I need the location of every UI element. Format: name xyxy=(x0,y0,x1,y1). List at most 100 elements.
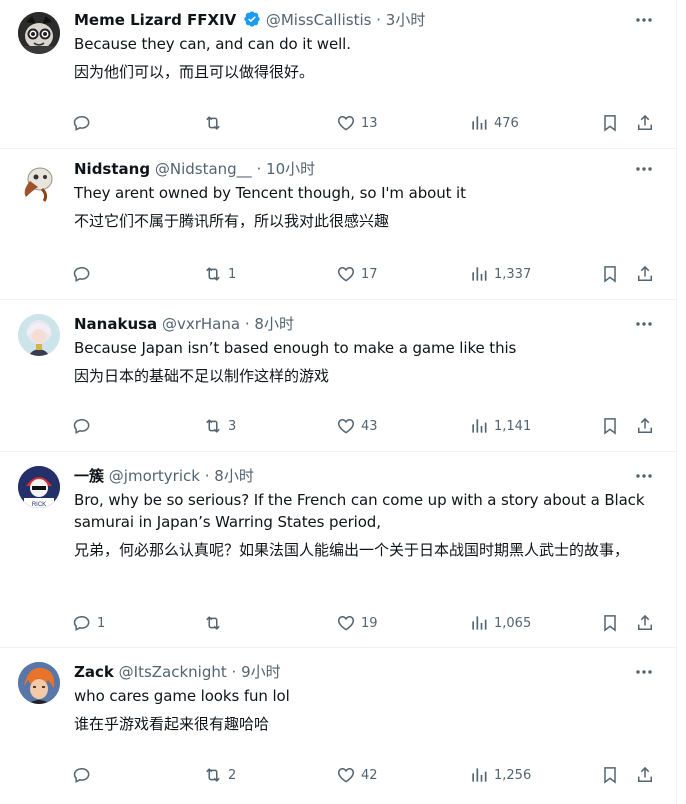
tweet-content: 一簇 @jmortyrick · 8小时 Bro, why be so seri… xyxy=(74,466,662,561)
bookmark-button[interactable] xyxy=(600,262,620,286)
retweet-icon xyxy=(206,616,220,630)
avatar[interactable] xyxy=(18,12,60,54)
reply-icon xyxy=(73,615,90,631)
user-handle[interactable]: @vxrHana xyxy=(162,315,240,333)
view-count: 1,256 xyxy=(494,767,532,783)
tweet-header: Zack @ItsZacknight · 9小时 xyxy=(74,662,662,682)
share-button[interactable] xyxy=(635,414,655,438)
heart-icon xyxy=(337,418,355,434)
anime-girl-avatar-icon xyxy=(18,314,60,356)
like-button[interactable]: 42 xyxy=(336,763,378,787)
bookmark-button[interactable] xyxy=(600,111,620,135)
share-button[interactable] xyxy=(635,611,655,635)
analytics-icon xyxy=(472,116,487,130)
bookmark-icon xyxy=(604,266,616,283)
timestamp[interactable]: 9小时 xyxy=(241,663,281,681)
display-name[interactable]: Nidstang xyxy=(74,160,150,178)
tweet-text: Because Japan isn’t based enough to make… xyxy=(74,339,517,357)
reply-tweet[interactable]: RICK 一簇 @jmortyrick · 8小时 Bro, why be so… xyxy=(0,452,676,648)
views-button[interactable]: 1,337 xyxy=(469,262,531,286)
like-button[interactable]: 19 xyxy=(336,611,378,635)
tweet-translation: 不过它们不属于腾讯所有，所以我对此很感兴趣 xyxy=(74,212,390,230)
user-handle[interactable]: @MissCallistis xyxy=(266,11,372,29)
tweet-text: They arent owned by Tencent though, so I… xyxy=(74,184,466,202)
bookmark-button[interactable] xyxy=(600,414,620,438)
like-button[interactable]: 17 xyxy=(336,262,378,286)
separator-dot: · xyxy=(244,315,250,333)
reply-button[interactable]: 1 xyxy=(72,611,105,635)
display-name[interactable]: Nanakusa xyxy=(74,315,157,333)
views-button[interactable]: 1,065 xyxy=(469,611,531,635)
reply-tweet[interactable]: Nidstang @Nidstang__ · 10小时 They arent o… xyxy=(0,149,676,300)
character-avatar-icon: RICK xyxy=(18,466,60,508)
tweet-content: Nidstang @Nidstang__ · 10小时 They arent o… xyxy=(74,159,662,232)
tweet-header: Meme Lizard FFXIV @MissCallistis · 3小时 xyxy=(74,10,662,30)
views-button[interactable]: 1,141 xyxy=(469,414,531,438)
avatar[interactable] xyxy=(18,161,60,203)
retweet-button[interactable]: 3 xyxy=(203,414,236,438)
bookmark-icon xyxy=(604,115,616,132)
share-button[interactable] xyxy=(635,262,655,286)
display-name[interactable]: Meme Lizard FFXIV xyxy=(74,11,236,29)
reply-button[interactable] xyxy=(72,414,97,438)
timestamp[interactable]: 3小时 xyxy=(386,11,426,29)
action-bar: 2 42 1,256 xyxy=(72,763,666,787)
view-count: 1,065 xyxy=(494,615,532,631)
action-bar: 1 17 1,337 xyxy=(72,262,666,286)
tweet-header: 一簇 @jmortyrick · 8小时 xyxy=(74,466,662,486)
tweet-header: Nanakusa @vxrHana · 8小时 xyxy=(74,314,662,334)
bookmark-button[interactable] xyxy=(600,763,620,787)
bookmark-button[interactable] xyxy=(600,611,620,635)
reply-tweet[interactable]: Meme Lizard FFXIV @MissCallistis · 3小时 B… xyxy=(0,0,676,149)
retweet-button[interactable] xyxy=(203,111,228,135)
share-icon xyxy=(638,766,652,782)
user-handle[interactable]: @ItsZacknight xyxy=(119,663,227,681)
display-name[interactable]: Zack xyxy=(74,663,114,681)
retweet-button[interactable]: 1 xyxy=(203,262,236,286)
more-options-icon[interactable] xyxy=(634,466,654,486)
verified-badge-icon[interactable] xyxy=(243,10,261,28)
views-button[interactable]: 1,256 xyxy=(469,763,531,787)
reply-button[interactable] xyxy=(72,262,97,286)
more-options-icon[interactable] xyxy=(634,10,654,30)
share-icon xyxy=(638,114,652,130)
more-options-icon[interactable] xyxy=(634,159,654,179)
reply-button[interactable] xyxy=(72,111,97,135)
tweet-text: Because they can, and can do it well. xyxy=(74,35,351,53)
like-button[interactable]: 13 xyxy=(336,111,378,135)
like-button[interactable]: 43 xyxy=(336,414,378,438)
analytics-icon xyxy=(472,419,487,433)
reply-icon xyxy=(73,266,90,282)
share-button[interactable] xyxy=(635,111,655,135)
more-options-icon[interactable] xyxy=(634,662,654,682)
retweet-button[interactable] xyxy=(203,611,228,635)
views-button[interactable]: 476 xyxy=(469,111,519,135)
avatar[interactable] xyxy=(18,314,60,356)
bookmark-icon xyxy=(604,767,616,784)
display-name[interactable]: 一簇 xyxy=(74,467,104,485)
retweet-button[interactable]: 2 xyxy=(203,763,236,787)
timestamp[interactable]: 8小时 xyxy=(214,467,254,485)
user-handle[interactable]: @jmortyrick xyxy=(109,467,200,485)
share-button[interactable] xyxy=(635,763,655,787)
tweet-translation: 谁在乎游戏看起来很有趣哈哈 xyxy=(74,715,270,733)
more-options-icon[interactable] xyxy=(634,314,654,334)
timestamp[interactable]: 8小时 xyxy=(254,315,294,333)
orange-hair-avatar-icon xyxy=(18,662,60,704)
analytics-icon xyxy=(472,267,487,281)
reply-tweet[interactable]: Nanakusa @vxrHana · 8小时 Because Japan is… xyxy=(0,300,676,452)
retweet-count: 3 xyxy=(228,418,237,434)
retweet-icon xyxy=(206,116,220,130)
avatar[interactable] xyxy=(18,662,60,704)
heart-icon xyxy=(337,615,355,631)
like-count: 43 xyxy=(361,418,378,434)
like-count: 19 xyxy=(361,615,378,631)
user-handle[interactable]: @Nidstang__ xyxy=(155,160,252,178)
timestamp[interactable]: 10小时 xyxy=(266,160,315,178)
reply-tweet[interactable]: Zack @ItsZacknight · 9小时 who cares game … xyxy=(0,648,676,804)
bookmark-icon xyxy=(604,418,616,435)
avatar[interactable]: RICK xyxy=(18,466,60,508)
reply-button[interactable] xyxy=(72,763,97,787)
tweet-header: Nidstang @Nidstang__ · 10小时 xyxy=(74,159,662,179)
retweet-icon xyxy=(206,267,220,281)
